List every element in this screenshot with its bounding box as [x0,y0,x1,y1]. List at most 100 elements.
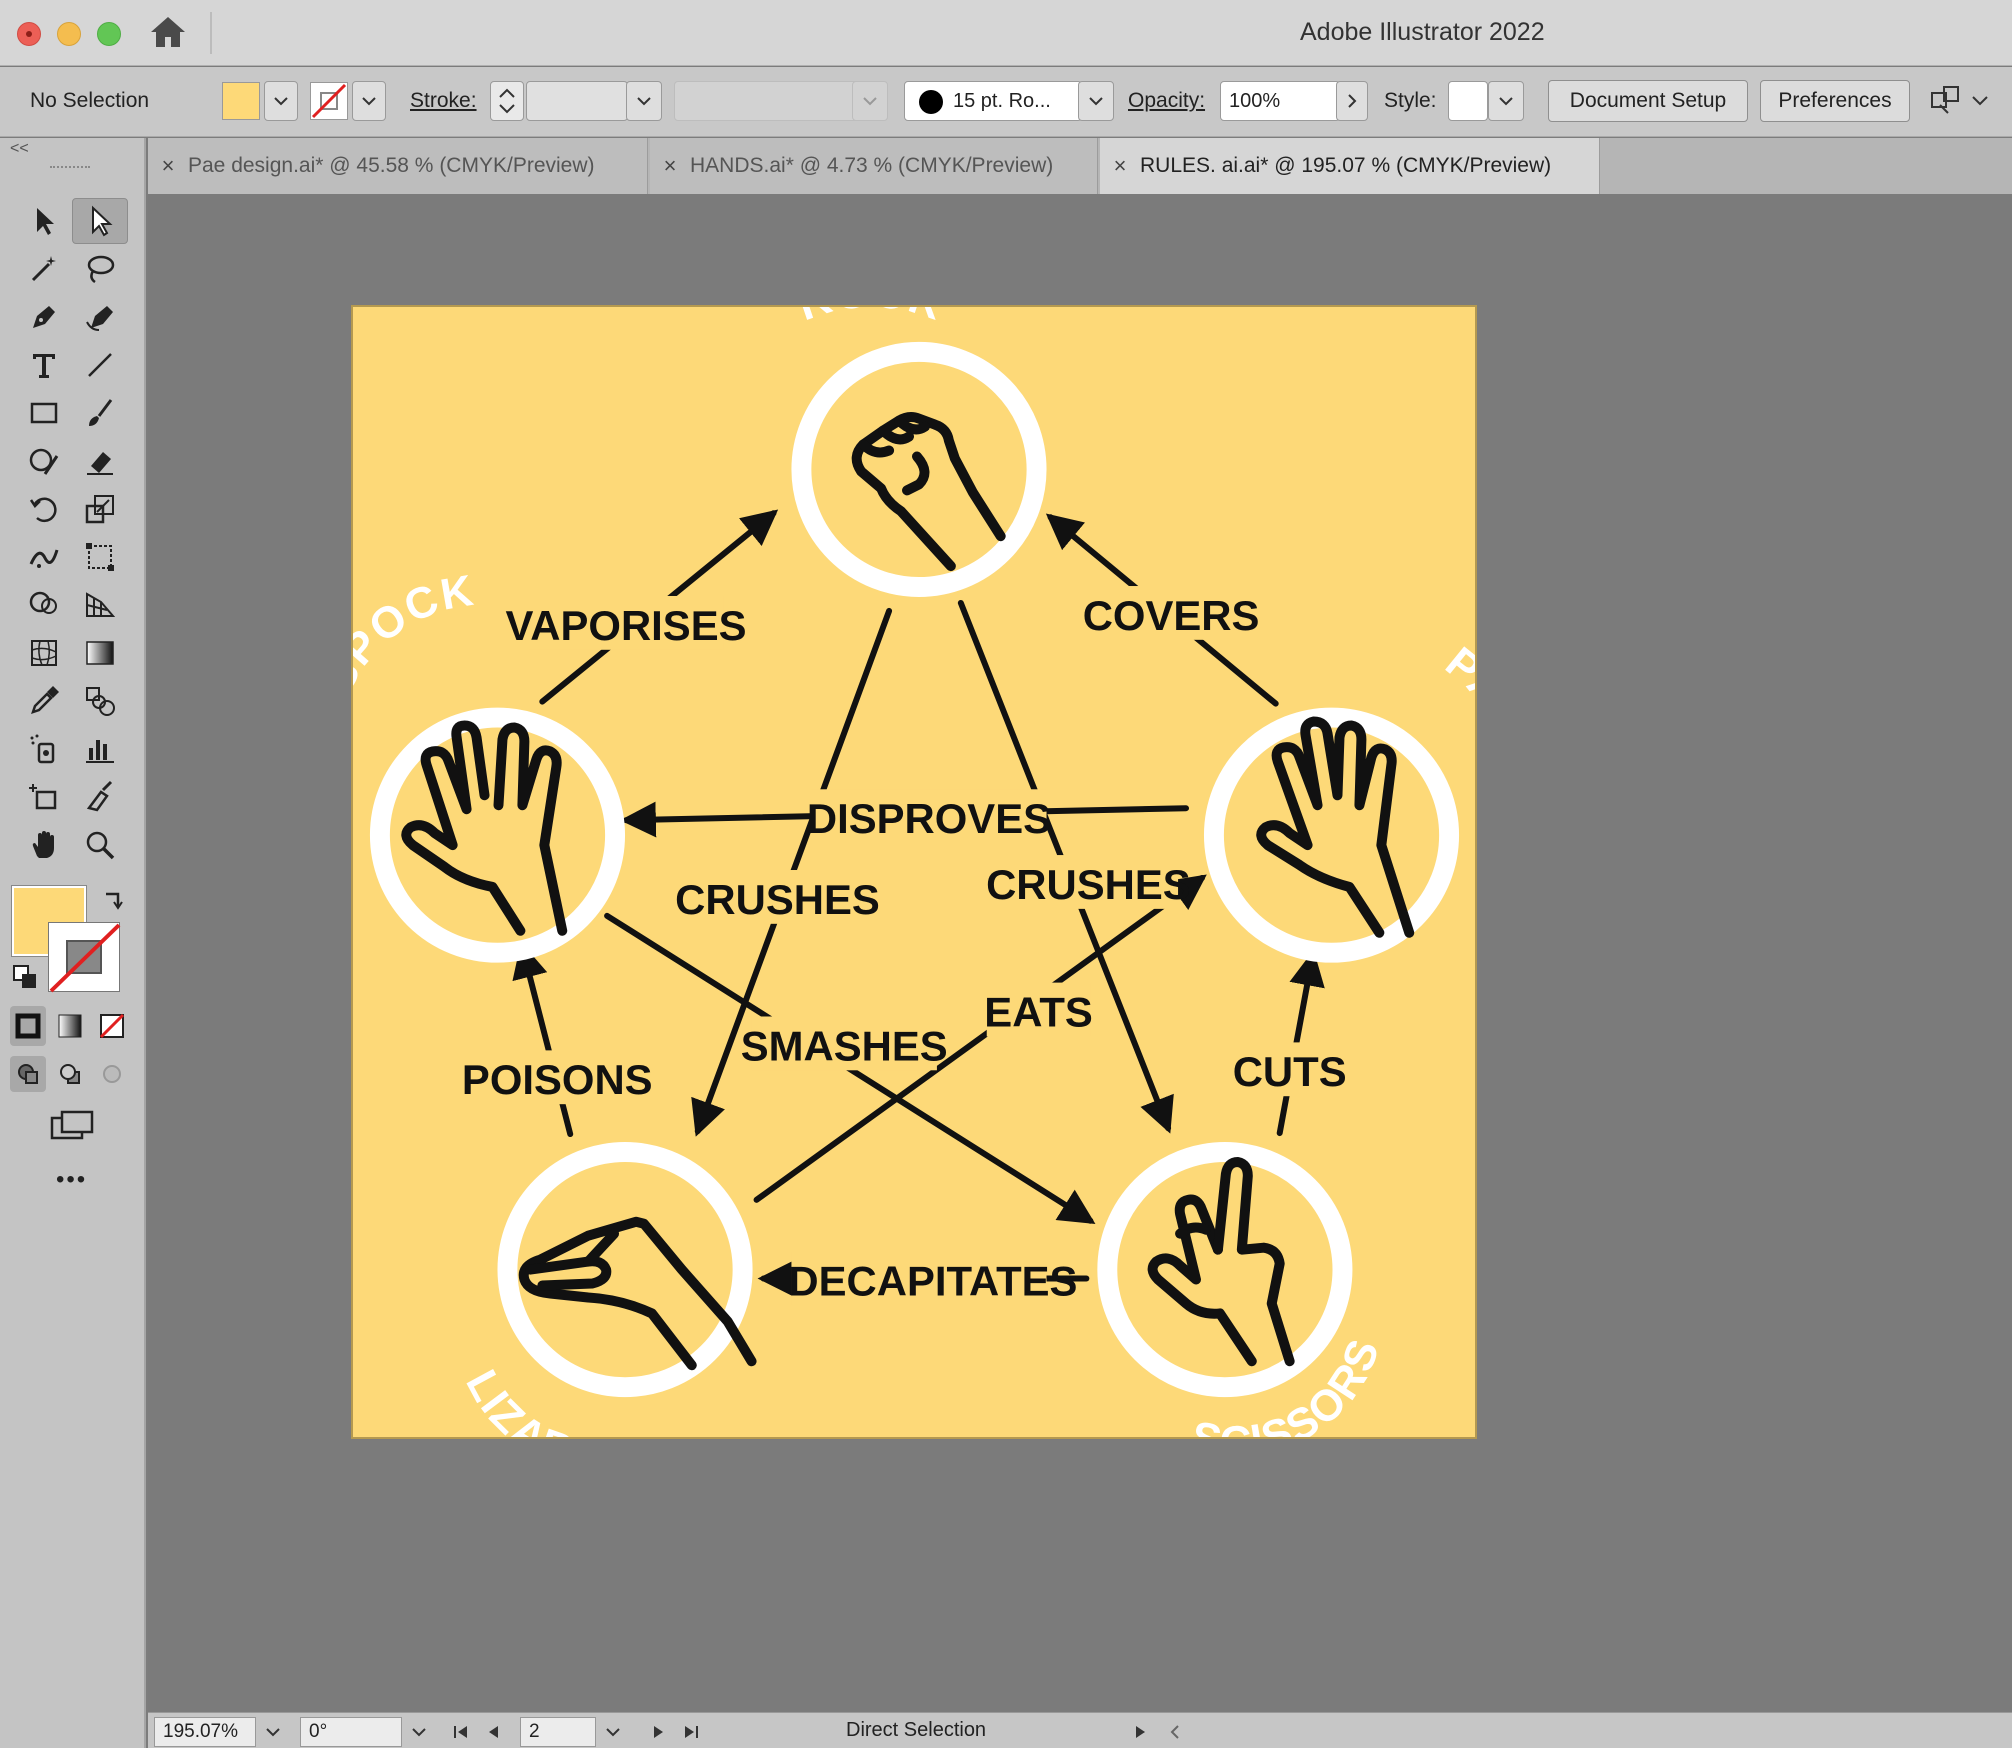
variable-width-chevron-icon [852,81,888,121]
pen-tool-icon[interactable] [16,294,72,340]
title-bar: Adobe Illustrator 2022 [0,0,2012,66]
artboard-tool-icon[interactable] [16,774,72,820]
title-divider [210,12,212,54]
rectangle-tool-icon[interactable] [16,390,72,436]
gradient-mode-icon[interactable] [52,1006,88,1046]
status-menu-arrow-icon[interactable] [1126,1717,1156,1747]
column-graph-tool-icon[interactable] [72,726,128,772]
crushes-left-label: CRUSHES [675,876,880,923]
variable-width-profile [674,81,858,121]
direct-selection-tool-icon[interactable] [72,198,128,244]
style-chevron-icon[interactable] [1488,81,1524,121]
slice-tool-icon[interactable] [72,774,128,820]
close-tab-icon[interactable]: × [1100,153,1140,179]
previous-artboard-icon[interactable] [478,1717,508,1747]
collapse-panel-icon[interactable]: << [10,140,29,158]
perspective-grid-tool-icon[interactable] [72,582,128,628]
line-segment-tool-icon[interactable] [72,342,128,388]
scale-tool-icon[interactable] [72,486,128,532]
close-tab-icon[interactable]: × [148,153,188,179]
artboard-number-field[interactable]: 2 [520,1717,596,1747]
opacity-chevron-right-icon[interactable] [1336,81,1368,121]
tab-pae-design[interactable]: × Pae design.ai* @ 45.58 % (CMYK/Preview… [148,138,648,194]
rotation-chevron-icon[interactable] [404,1717,434,1747]
edit-toolbar-icon[interactable]: ••• [56,1166,87,1194]
stroke-label[interactable]: Stroke: [410,89,477,113]
draw-inside-icon[interactable] [94,1056,130,1092]
eyedropper-tool-icon[interactable] [16,678,72,724]
close-tab-icon[interactable]: × [650,153,690,179]
magic-wand-tool-icon[interactable] [16,246,72,292]
fill-dropdown-chevron-icon[interactable] [264,81,298,121]
last-artboard-icon[interactable] [676,1717,706,1747]
stroke-weight-chevron-icon[interactable] [626,81,662,121]
eats-label: EATS [984,988,1093,1035]
draw-normal-icon[interactable] [10,1056,46,1092]
control-bar: No Selection Stroke: 15 pt. Ro... Opacit… [0,67,2012,137]
free-transform-tool-icon[interactable] [72,534,128,580]
blend-tool-icon[interactable] [72,678,128,724]
none-mode-icon[interactable] [94,1006,130,1046]
vaporises-label: VAPORISES [505,602,746,649]
artboard[interactable]: VAPORISES COVERS DISPROVES CRUSHES CRUSH… [313,267,1542,1480]
artboard-chevron-icon[interactable] [598,1717,628,1747]
canvas[interactable]: VAPORISES COVERS DISPROVES CRUSHES CRUSH… [148,194,2012,1712]
rock-label: ROCK [792,307,950,330]
symbol-sprayer-tool-icon[interactable] [16,726,72,772]
minimize-window-button[interactable] [57,22,81,46]
panel-menu-chevron-icon[interactable] [1970,93,1990,109]
stroke-dropdown-chevron-icon[interactable] [352,81,386,121]
rotation-field[interactable]: 0° [300,1717,402,1747]
shaper-tool-icon[interactable] [16,438,72,484]
home-icon[interactable] [148,14,188,50]
preferences-button[interactable]: Preferences [1760,80,1910,122]
width-tool-icon[interactable] [16,534,72,580]
paintbrush-tool-icon[interactable] [72,390,128,436]
shape-builder-tool-icon[interactable] [16,582,72,628]
panel-grip[interactable] [50,166,90,172]
brush-chevron-icon[interactable] [1078,81,1114,121]
screen-mode-icon[interactable] [48,1106,96,1146]
lasso-tool-icon[interactable] [72,246,128,292]
stroke-color-box[interactable] [48,922,121,993]
first-artboard-icon[interactable] [446,1717,476,1747]
gradient-tool-icon[interactable] [72,630,128,676]
stroke-weight-stepper[interactable] [490,81,524,121]
fill-swatch[interactable] [222,82,260,120]
scroll-left-icon[interactable] [1160,1717,1190,1747]
style-swatch[interactable] [1448,81,1488,121]
poisons-label: POISONS [462,1056,653,1103]
mesh-tool-icon[interactable] [16,630,72,676]
zoom-chevron-icon[interactable] [258,1717,288,1747]
zoom-field[interactable]: 195.07% [154,1717,256,1747]
draw-behind-icon[interactable] [52,1056,88,1092]
spock-label: SPOCK [353,566,478,701]
brush-definition[interactable]: 15 pt. Ro... [904,81,1082,121]
eraser-tool-icon[interactable] [72,438,128,484]
swap-fill-stroke-icon[interactable] [100,888,126,914]
opacity-field[interactable]: 100% [1220,81,1340,121]
brush-dot-icon [919,90,943,114]
type-tool-icon[interactable] [16,342,72,388]
arrange-documents-icon[interactable] [1928,83,1964,119]
hand-tool-icon[interactable] [16,822,72,868]
cuts-label: CUTS [1233,1048,1347,1095]
default-fill-stroke-icon[interactable] [12,964,38,990]
zoom-tool-icon[interactable] [72,822,128,868]
tab-label: HANDS.ai* @ 4.73 % (CMYK/Preview) [690,154,1054,177]
window-title: Adobe Illustrator 2022 [1300,18,1545,46]
stroke-weight-field[interactable] [526,81,628,121]
close-window-button[interactable] [17,22,41,46]
tab-hands[interactable]: × HANDS.ai* @ 4.73 % (CMYK/Preview) [650,138,1098,194]
opacity-label[interactable]: Opacity: [1128,89,1205,113]
zoom-window-button[interactable] [97,22,121,46]
next-artboard-icon[interactable] [644,1717,674,1747]
rotate-tool-icon[interactable] [16,486,72,532]
stroke-swatch[interactable] [310,82,348,120]
covers-label: COVERS [1083,592,1260,639]
tab-rules[interactable]: × RULES. ai.ai* @ 195.07 % (CMYK/Preview… [1100,138,1600,194]
selection-tool-icon[interactable] [16,198,72,244]
curvature-tool-icon[interactable] [72,294,128,340]
document-setup-button[interactable]: Document Setup [1548,80,1748,122]
color-mode-icon[interactable] [10,1006,46,1046]
